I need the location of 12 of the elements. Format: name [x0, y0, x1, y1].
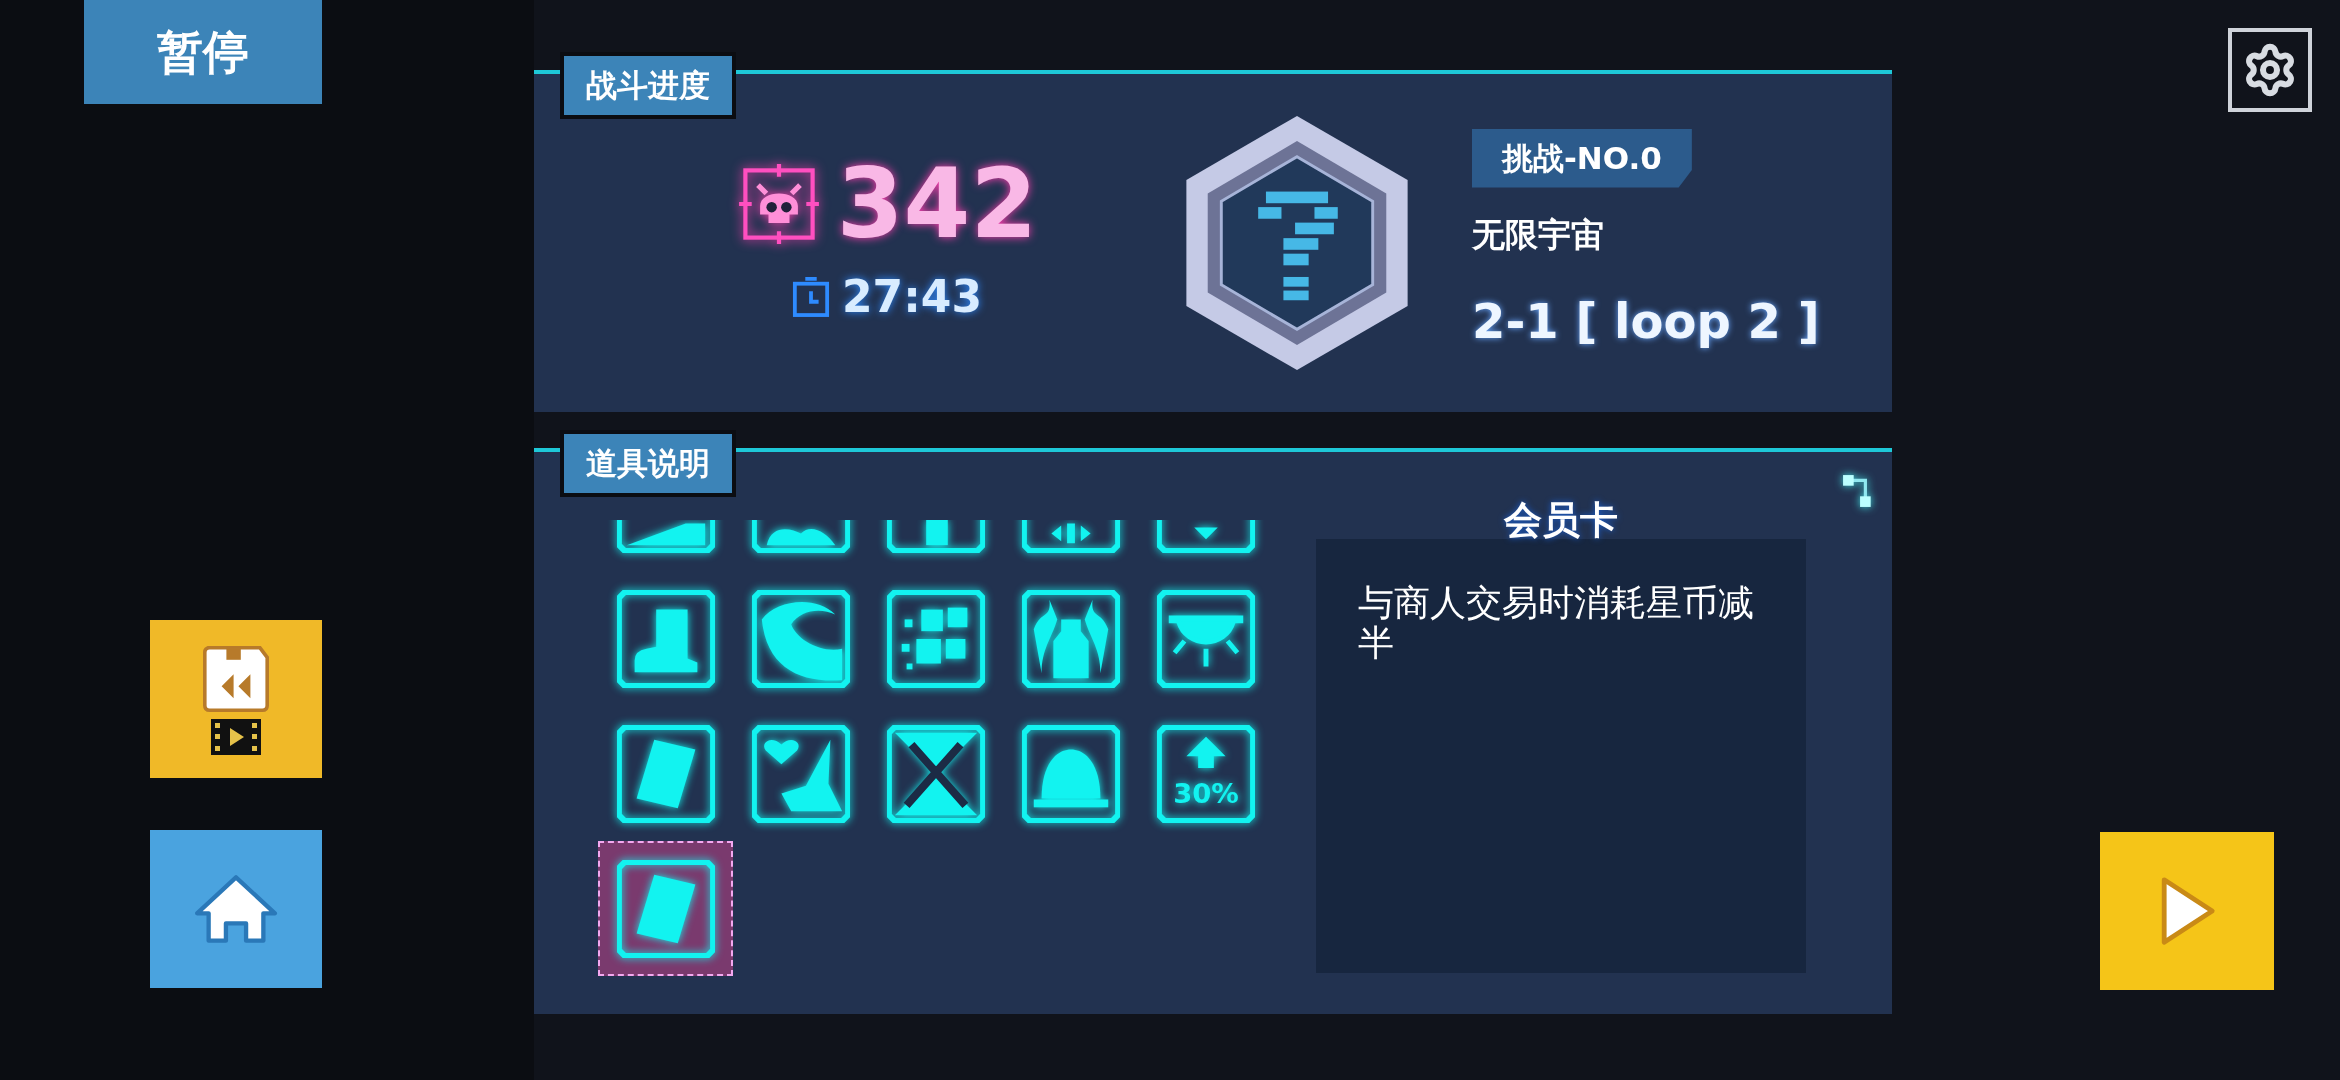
panel-title: 道具说明 — [560, 430, 736, 497]
kill-count: 342 — [836, 156, 1038, 252]
challenge-badge: 挑战-NO.0 — [1472, 129, 1692, 188]
percent-up-icon: 30% — [1156, 724, 1255, 823]
mode-name: 无限宇宙 — [1472, 213, 1604, 256]
elapsed-time: 27:43 — [841, 270, 983, 324]
item-name: 会员卡 — [1504, 497, 1618, 544]
pause-label: 暂停 — [157, 23, 249, 81]
panel-title: 战斗进度 — [560, 52, 736, 119]
stage-label: 2-1 [ loop 2 ] — [1472, 292, 1820, 351]
item-slot[interactable]: 30% — [1138, 706, 1273, 841]
item-description: 与商人交易时消耗星币减半 — [1358, 583, 1755, 663]
